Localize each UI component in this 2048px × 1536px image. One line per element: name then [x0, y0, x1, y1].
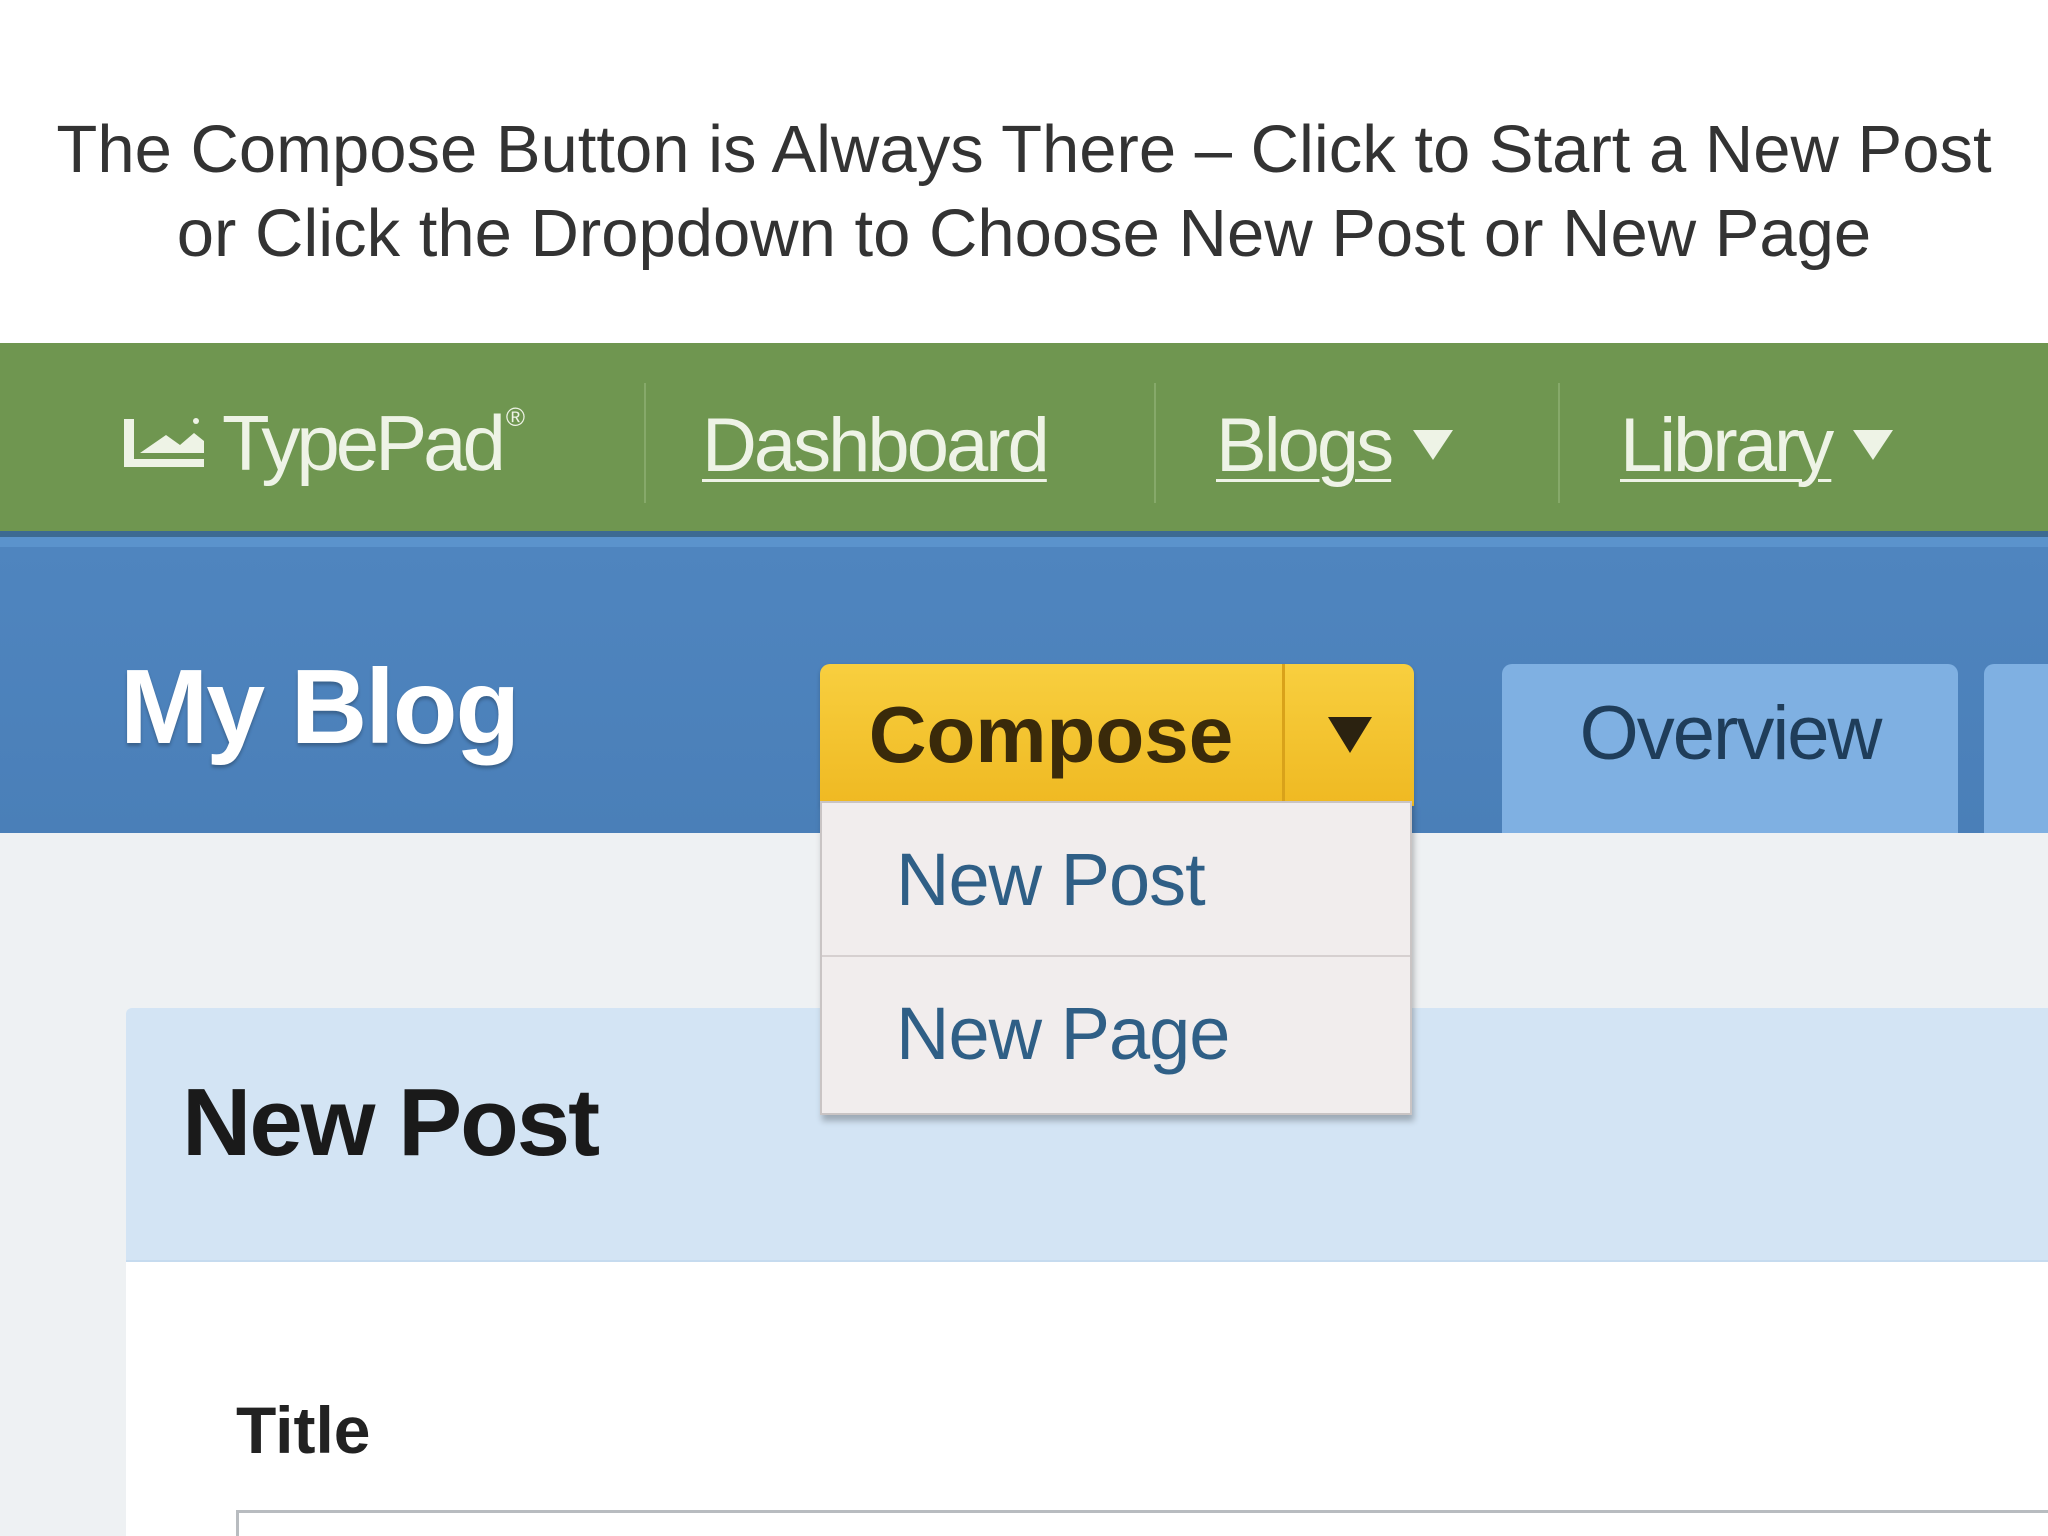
logo-registered-mark: ®	[505, 401, 526, 432]
nav-link-label: Blogs	[1216, 402, 1394, 488]
slide-caption: The Compose Button is Always There – Cli…	[0, 108, 2048, 276]
menu-item-new-page[interactable]: New Page	[822, 957, 1410, 1109]
nav-link-label: Dashboard	[702, 402, 1050, 488]
nav-divider	[1154, 383, 1156, 503]
caption-line-2: or Click the Dropdown to Choose New Post…	[176, 196, 1872, 271]
nav-link-library[interactable]: Library	[1620, 395, 1894, 495]
top-navigation-bar: TypePad ® Dashboard Blogs Library	[0, 343, 2048, 537]
caret-down-icon	[1327, 717, 1372, 753]
blog-header-bar: My Blog Compose Overview	[0, 537, 2048, 843]
compose-dropdown-menu: New Post New Page	[820, 801, 1412, 1115]
logo-wordmark: TypePad	[222, 398, 506, 487]
compose-dropdown-toggle[interactable]	[1285, 664, 1414, 806]
nav-link-label: Library	[1620, 402, 1834, 488]
title-input[interactable]	[236, 1510, 2048, 1536]
blog-title[interactable]: My Blog	[120, 647, 520, 768]
caption-line-1: The Compose Button is Always There – Cli…	[56, 112, 1992, 187]
nav-link-blogs[interactable]: Blogs	[1216, 395, 1454, 495]
caret-down-icon	[1413, 430, 1454, 460]
tab-overview[interactable]: Overview	[1502, 664, 1958, 843]
tab-next-partial[interactable]	[1984, 664, 2048, 843]
typepad-logo-icon	[120, 413, 210, 473]
page-title: New Post	[182, 1069, 600, 1176]
screenshot-stage: The Compose Button is Always There – Cli…	[0, 0, 2048, 1536]
nav-link-dashboard[interactable]: Dashboard	[702, 395, 1050, 495]
compose-split-button: Compose	[820, 664, 1414, 806]
panel-body: Title	[126, 1262, 2048, 1536]
compose-button[interactable]: Compose	[820, 664, 1282, 806]
nav-divider	[644, 383, 646, 503]
nav-divider	[1558, 383, 1560, 503]
caret-down-icon	[1853, 430, 1894, 460]
menu-item-new-post[interactable]: New Post	[822, 803, 1410, 955]
typepad-logo[interactable]: TypePad ®	[120, 393, 525, 493]
title-field-label: Title	[236, 1393, 371, 1467]
tab-label: Overview	[1579, 691, 1883, 776]
